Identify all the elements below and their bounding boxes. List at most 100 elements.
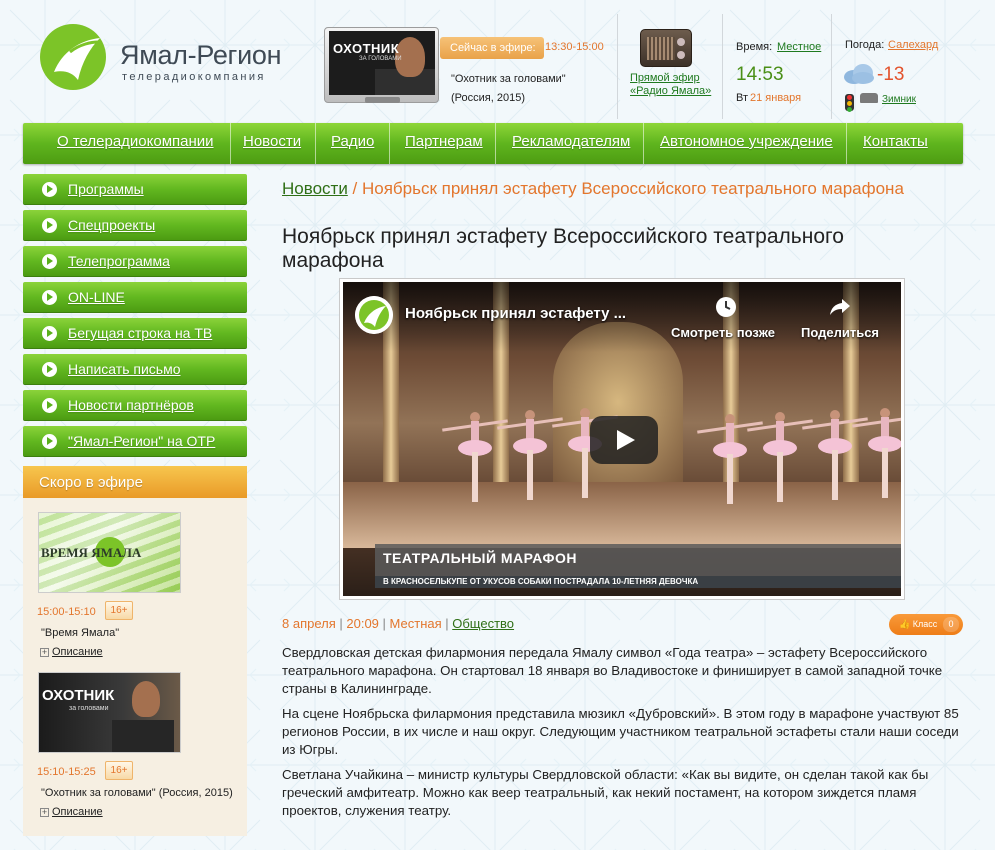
- upcoming-title: Скоро в эфире: [39, 474, 143, 491]
- weather-label: Погода:: [845, 39, 885, 51]
- article-meta: 8 апреля | 20:09 | Местная | Общество: [282, 616, 515, 631]
- sidebar-item-label: Написать письмо: [68, 361, 181, 377]
- share-button[interactable]: Поделиться: [801, 325, 879, 340]
- breadcrumb: Новости / Ноябрьск принял эстафету Всеро…: [282, 179, 904, 199]
- upcoming-program-name: "Охотник за головами" (Россия, 2015): [41, 787, 233, 799]
- traffic-light-icon: [845, 94, 854, 112]
- like-count: 0: [943, 617, 959, 632]
- age-rating-badge: 16+: [105, 601, 133, 620]
- temperature: -13: [877, 64, 905, 85]
- onair-meta: (Россия, 2015): [451, 92, 525, 104]
- play-circle-icon: [42, 290, 57, 305]
- onair-tv-thumbnail[interactable]: ОХОТНИК ЗА ГОЛОВАМИ: [324, 27, 439, 103]
- article-region: Местная: [389, 616, 442, 631]
- time-label: Время:: [736, 41, 773, 53]
- onair-label: Сейчас в эфире:: [440, 37, 544, 59]
- tv-thumb-title: ОХОТНИК: [333, 41, 400, 56]
- road-status-link[interactable]: Зимник: [882, 94, 916, 105]
- upcoming-program-name: "Время Ямала": [41, 627, 120, 639]
- article-time: 20:09: [346, 616, 379, 631]
- play-circle-icon: [42, 326, 57, 341]
- main-nav: О телерадиокомпании Новости Радио Партне…: [23, 123, 963, 164]
- sidebar-item-specprojects[interactable]: Спецпроекты: [23, 210, 247, 241]
- upcoming-description-toggle[interactable]: + Описание: [40, 646, 103, 658]
- video-title[interactable]: Ноябрьск принял эстафету ...: [405, 305, 626, 322]
- car-icon: [860, 93, 878, 103]
- tv-thumb-subtitle: ЗА ГОЛОВАМИ: [359, 56, 402, 62]
- play-circle-icon: [42, 218, 57, 233]
- onair-program[interactable]: "Охотник за головами": [451, 73, 566, 85]
- video-banner-text: ТЕАТРАЛЬНЫЙ МАРАФОН: [383, 550, 577, 566]
- sidebar-item-online[interactable]: ON-LINE: [23, 282, 247, 313]
- thumb-subtitle: за головами: [69, 705, 109, 712]
- article-paragraph: На сцене Ноябрьска филармония представил…: [282, 706, 959, 757]
- clock-date: 21 января: [750, 92, 802, 104]
- play-button[interactable]: [590, 416, 658, 464]
- upcoming-time: 15:00-15:10: [37, 606, 96, 618]
- channel-logo-icon: [355, 296, 393, 334]
- timezone-link[interactable]: Местное: [777, 41, 821, 53]
- upcoming-thumbnail[interactable]: ВРЕМЯ ЯМАЛА: [38, 512, 181, 593]
- nav-item-autonomous[interactable]: Автономное учреждение: [660, 133, 833, 150]
- sidebar-item-otr[interactable]: "Ямал-Регион" на ОТР: [23, 426, 247, 457]
- nav-item-advertisers[interactable]: Рекламодателям: [512, 133, 630, 150]
- radio-icon[interactable]: [640, 29, 692, 67]
- sidebar-item-label: Спецпроекты: [68, 217, 156, 233]
- logo-subtitle: телерадиокомпания: [122, 71, 266, 83]
- onair-time: 13:30-15:00: [545, 41, 604, 53]
- ok-like-button[interactable]: 👍 Класс 0: [889, 614, 963, 635]
- watch-later-button[interactable]: Смотреть позже: [671, 325, 775, 340]
- clock-icon[interactable]: [715, 296, 737, 318]
- upcoming-description-toggle[interactable]: + Описание: [40, 806, 103, 818]
- sidebar-item-label: "Ямал-Регион" на ОТР: [68, 433, 216, 449]
- article-paragraph: Светлана Учайкина – министр культуры Све…: [282, 767, 929, 818]
- breadcrumb-link-news[interactable]: Новости: [282, 179, 348, 198]
- nav-item-contacts[interactable]: Контакты: [863, 133, 928, 150]
- article-paragraph: Свердловская детская филармония передала…: [282, 645, 943, 696]
- video-ticker: В КРАСНОСЕЛЬКУПЕ ОТ УКУСОВ СОБАКИ ПОСТРА…: [375, 576, 901, 588]
- nav-item-partners[interactable]: Партнерам: [405, 133, 483, 150]
- thumb-title: ВРЕМЯ ЯМАЛА: [41, 545, 142, 560]
- nav-item-radio[interactable]: Радио: [331, 133, 374, 150]
- upcoming-header: Скоро в эфире: [23, 466, 247, 498]
- sidebar-item-write-letter[interactable]: Написать письмо: [23, 354, 247, 385]
- video-player[interactable]: Ноябрьск принял эстафету ... Смотреть по…: [339, 278, 905, 600]
- breadcrumb-separator: /: [347, 179, 362, 198]
- share-icon[interactable]: [829, 296, 851, 318]
- divider: [831, 14, 832, 119]
- sidebar-item-programs[interactable]: Программы: [23, 174, 247, 205]
- play-circle-icon: [42, 182, 57, 197]
- cloud-icon: [844, 64, 874, 84]
- nav-item-about[interactable]: О телерадиокомпании: [57, 133, 214, 150]
- sidebar-item-tv-guide[interactable]: Телепрограмма: [23, 246, 247, 277]
- sidebar-item-ticker[interactable]: Бегущая строка на ТВ: [23, 318, 247, 349]
- sidebar-item-label: Телепрограмма: [68, 253, 170, 269]
- play-circle-icon: [42, 398, 57, 413]
- plus-icon: +: [40, 647, 49, 657]
- upcoming-time: 15:10-15:25: [37, 766, 96, 778]
- age-rating-badge: 16+: [105, 761, 133, 780]
- article-category-link[interactable]: Общество: [452, 616, 514, 631]
- divider: [722, 14, 723, 119]
- thumb-title: ОХОТНИК: [42, 687, 115, 704]
- video-banner: ТЕАТРАЛЬНЫЙ МАРАФОН: [375, 544, 901, 576]
- radio-live-link[interactable]: Прямой эфир «Радио Ямала»: [630, 72, 715, 98]
- plus-icon: +: [40, 807, 49, 817]
- nav-item-news[interactable]: Новости: [243, 133, 301, 150]
- sidebar-item-label: Бегущая строка на ТВ: [68, 325, 213, 341]
- play-circle-icon: [42, 362, 57, 377]
- upcoming-panel: Скоро в эфире ВРЕМЯ ЯМАЛА 15:00-15:10 16…: [23, 466, 247, 836]
- sidebar-item-label: ON-LINE: [68, 289, 125, 305]
- site-logo[interactable]: Ямал-Регион телерадиокомпания: [40, 22, 310, 102]
- breadcrumb-current: Ноябрьск принял эстафету Всероссийского …: [361, 179, 904, 198]
- divider: [617, 14, 618, 119]
- sidebar-item-partner-news[interactable]: Новости партнёров: [23, 390, 247, 421]
- play-circle-icon: [42, 254, 57, 269]
- clock-day: Вт: [736, 92, 749, 104]
- clock-time: 14:53: [736, 64, 784, 85]
- sidebar-item-label: Программы: [68, 181, 144, 197]
- upcoming-thumbnail[interactable]: ОХОТНИК за головами: [38, 672, 181, 753]
- article-title: Ноябрьск принял эстафету Всероссийского …: [282, 225, 844, 272]
- weather-city-link[interactable]: Салехард: [888, 39, 938, 51]
- article-date: 8 апреля: [282, 616, 336, 631]
